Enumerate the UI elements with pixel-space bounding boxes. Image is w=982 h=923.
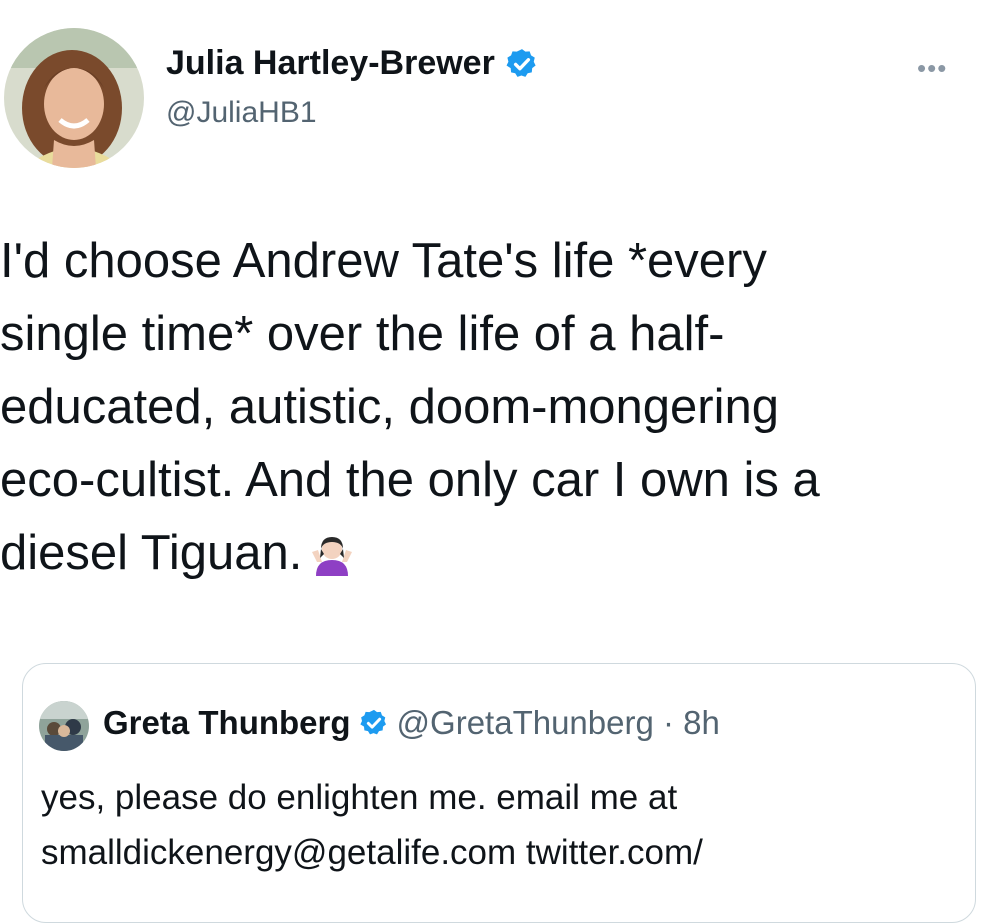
verified-badge-icon [505,47,539,81]
shrugging-woman-emoji-icon [308,532,356,580]
tweet-text-line: I'd choose Andrew Tate's life *every [0,234,767,288]
tweet-author-avatar[interactable] [4,28,144,168]
tweet-text-line: diesel Tiguan. [0,526,303,580]
tweet-text-line: eco-cultist. And the only car I own is a [0,453,820,507]
tweet-text-last-line: diesel Tiguan. [0,517,975,590]
tweet-author-handle[interactable]: @JuliaHB1 [166,96,317,130]
quoted-text-line: smalldickenergy@getalife.com twitter.com… [41,833,703,872]
quoted-author-avatar[interactable] [39,701,89,751]
quoted-handle-time[interactable]: @GretaThunberg · 8h [397,704,720,742]
quoted-author-name[interactable]: Greta Thunberg [103,704,351,742]
more-options-icon[interactable]: ••• [917,55,947,81]
tweet-text-line: single time* over the life of a half- [0,307,725,361]
quoted-tweet-card[interactable]: Greta Thunberg @GretaThunberg · 8h yes, … [22,663,976,923]
tweet-text: I'd choose Andrew Tate's life *every sin… [0,225,975,590]
quoted-tweet-header: Greta Thunberg @GretaThunberg · 8h [103,704,720,742]
tweet-author-name[interactable]: Julia Hartley-Brewer [166,44,539,83]
tweet-text-line: educated, autistic, doom-mongering [0,380,779,434]
verified-badge-icon [359,708,389,738]
quoted-text-line: yes, please do enlighten me. email me at [41,778,678,817]
author-name-text[interactable]: Julia Hartley-Brewer [166,44,495,83]
quoted-tweet-text: yes, please do enlighten me. email me at… [41,770,703,880]
